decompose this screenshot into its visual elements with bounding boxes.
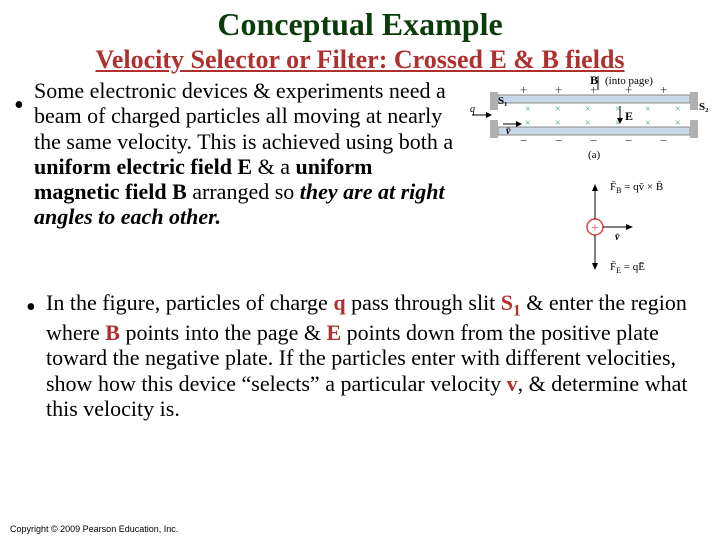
svg-text:×: × <box>675 118 681 129</box>
bullet-icon: • <box>14 90 24 122</box>
fig-E: E <box>625 109 633 123</box>
svg-text:×: × <box>585 118 591 129</box>
fig-x-field: ×××××× ×××××× <box>525 104 681 129</box>
fig-s1: S₁ <box>498 95 507 107</box>
svg-text:+: + <box>591 221 599 236</box>
p2-E: E <box>326 320 341 345</box>
fig-slit1 <box>490 92 498 110</box>
p2-s1: S1 <box>501 290 521 315</box>
svg-text:×: × <box>555 118 561 129</box>
svg-text:v̄: v̄ <box>615 232 620 243</box>
svg-text:×: × <box>525 104 531 115</box>
svg-text:−: − <box>520 133 527 148</box>
fig-a: (a) <box>588 149 601 161</box>
svg-text:×: × <box>645 118 651 129</box>
p2-v: v <box>507 371 518 396</box>
paragraph-1: • Some electronic devices & experiments … <box>18 78 463 230</box>
svg-text:+: + <box>660 82 667 97</box>
p2-text: In the figure, particles of charge <box>46 290 333 315</box>
svg-text:×: × <box>675 104 681 115</box>
svg-text:−: − <box>625 133 632 148</box>
svg-text:+: + <box>625 82 632 97</box>
svg-text:×: × <box>585 104 591 115</box>
p2-q: q <box>333 290 345 315</box>
svg-text:×: × <box>555 104 561 115</box>
fig-fe: F̄E = qĒ <box>610 261 645 275</box>
fig-v: v̄ <box>506 126 511 137</box>
p2-text: pass through slit <box>346 290 501 315</box>
svg-text:+: + <box>520 82 527 97</box>
p1-text: Some electronic devices & experiments ne… <box>34 78 453 154</box>
bullet-icon: • <box>26 292 36 324</box>
p2-text: points into the page & <box>120 320 327 345</box>
svg-text:×: × <box>525 118 531 129</box>
fig-q: q <box>470 104 475 115</box>
svg-text:+: + <box>555 82 562 97</box>
svg-text:−: − <box>555 133 562 148</box>
svg-text:×: × <box>645 104 651 115</box>
copyright-footer: Copyright © 2009 Pearson Education, Inc. <box>10 524 178 534</box>
p1-text: & a <box>252 154 295 179</box>
svg-text:+: + <box>590 82 597 97</box>
svg-text:−: − <box>590 133 597 148</box>
fig-fb: F̄B = qv̄ × B̄ <box>610 181 663 195</box>
paragraph-2: • In the figure, particles of charge q p… <box>30 290 700 421</box>
page-title: Conceptual Example <box>0 0 720 43</box>
fig-s2: S₂ <box>699 101 709 113</box>
p1-em1: uniform electric field E <box>34 154 252 179</box>
page-subtitle: Velocity Selector or Filter: Crossed E &… <box>0 45 720 75</box>
figure-velocity-selector: B (into page) +++++ −−−−− ×××××× ×××××× … <box>470 72 710 277</box>
p1-text: arranged so <box>187 179 300 204</box>
svg-text:−: − <box>660 133 667 148</box>
fig-slit2 <box>690 92 698 110</box>
p2-B: B <box>105 320 120 345</box>
